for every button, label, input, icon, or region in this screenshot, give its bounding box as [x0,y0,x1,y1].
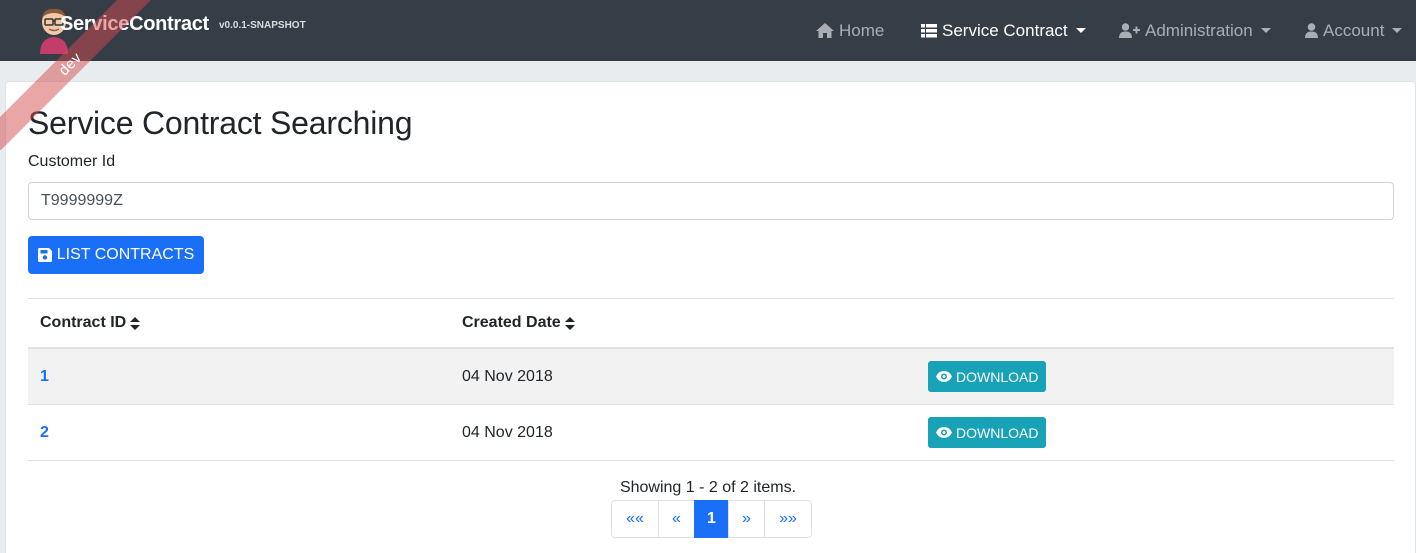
chevron-down-icon [1260,28,1271,33]
brand-version: v0.0.1-SNAPSHOT [219,20,306,31]
page-last-button[interactable]: »» [764,500,812,538]
nav-administration-label: Administration [1145,20,1253,40]
created-date-cell: 04 Nov 2018 [462,367,553,385]
download-cell: DOWNLOAD [928,405,1047,460]
top-navbar: ServiceContract v0.0.1-SNAPSHOT Home Ser… [0,0,1416,61]
download-label: DOWNLOAD [956,424,1039,441]
sort-icon [130,316,141,330]
table-row: 1 04 Nov 2018 DOWNLOAD [28,349,1394,405]
nav-home-label: Home [839,20,885,40]
created-date-cell: 04 Nov 2018 [462,423,553,441]
download-cell: DOWNLOAD [928,349,1047,404]
contract-id-link[interactable]: 2 [40,405,49,460]
pagination-summary: Showing 1 - 2 of 2 items. [619,479,797,496]
download-label: DOWNLOAD [956,368,1039,385]
page-prev-button[interactable]: « [658,500,695,538]
download-button[interactable]: DOWNLOAD [928,361,1047,392]
table-icon [921,23,937,37]
nav-service-contract[interactable]: Service Contract [921,0,1086,61]
table-row: 2 04 Nov 2018 DOWNLOAD [28,405,1394,461]
sort-icon [564,316,575,330]
list-contracts-label: LIST CONTRACTS [56,246,195,263]
nav-home[interactable]: Home [816,0,884,61]
page-1-button[interactable]: 1 [694,500,729,538]
pagination: «« « 1 » »» [611,500,812,538]
eye-icon [936,371,952,382]
column-contract-id[interactable]: Contract ID [40,299,141,347]
column-created-date[interactable]: Created Date [462,299,575,347]
nav-service-contract-label: Service Contract [942,20,1068,40]
page-next-button[interactable]: » [728,500,765,538]
download-button[interactable]: DOWNLOAD [928,417,1047,448]
page-first-button[interactable]: «« [611,500,659,538]
user-plus-icon [1119,23,1140,38]
page-title: Service Contract Searching [28,105,413,141]
chevron-down-icon [1075,28,1086,33]
column-created-date-label: Created Date [462,314,561,331]
list-contracts-button[interactable]: LIST CONTRACTS [28,236,204,274]
table-header: Contract ID Created Date [28,298,1394,349]
column-contract-id-label: Contract ID [40,314,127,331]
user-icon [1305,23,1318,38]
contract-id-link[interactable]: 1 [40,349,49,404]
nav-account[interactable]: Account [1305,0,1403,61]
customer-id-label: Customer Id [28,153,116,170]
contracts-table: Contract ID Created Date 1 04 Nov 2018 D… [28,298,1394,461]
eye-icon [936,427,952,438]
save-icon [37,248,52,262]
nav-administration[interactable]: Administration [1119,0,1271,61]
chevron-down-icon [1392,28,1403,33]
customer-id-input[interactable] [28,182,1394,220]
nav-account-label: Account [1323,20,1385,40]
home-icon [816,23,834,38]
